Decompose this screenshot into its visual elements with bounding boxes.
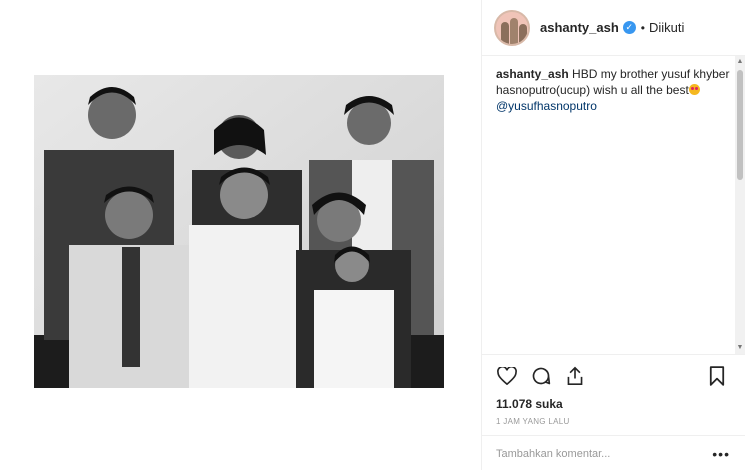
username-link[interactable]: ashanty_ash (540, 20, 619, 35)
family-photo[interactable] (34, 75, 444, 388)
heart-icon[interactable] (496, 365, 518, 387)
timestamp[interactable]: 1 JAM YANG LALU (496, 417, 570, 426)
verified-badge-icon: ✓ (622, 21, 636, 34)
caption-username-link[interactable]: ashanty_ash (496, 67, 569, 81)
follow-status-button[interactable]: Diikuti (649, 20, 684, 35)
mention-link[interactable]: @yusufhasnoputro (496, 99, 597, 113)
caption: ashanty_ash HBD my brother yusuf khyber … (496, 66, 736, 114)
avatar-figure (510, 17, 518, 44)
avatar[interactable] (494, 9, 530, 46)
post-actions: 11.078 suka 1 JAM YANG LALU ••• (482, 354, 745, 470)
share-icon[interactable] (564, 365, 586, 387)
comment-input[interactable] (496, 447, 713, 460)
media-pane (0, 0, 480, 470)
post-header: ashanty_ash ✓ • Diikuti (482, 0, 745, 56)
star-struck-emoji-icon (688, 84, 700, 95)
caption-scrollbar[interactable]: ▲ ▼ (735, 56, 745, 354)
more-options-icon[interactable]: ••• (712, 446, 730, 462)
comment-icon[interactable] (530, 365, 552, 387)
instagram-post: ashanty_ash ✓ • Diikuti ashanty_ash HBD … (0, 0, 745, 470)
bookmark-icon[interactable] (706, 365, 728, 387)
scroll-up-arrow-icon[interactable]: ▲ (735, 56, 745, 68)
avatar-figure (501, 21, 509, 44)
separator-dot: • (640, 20, 645, 35)
family-photo-image (34, 75, 444, 388)
likes-count[interactable]: 11.078 suka (496, 397, 563, 411)
scroll-down-arrow-icon[interactable]: ▼ (735, 342, 745, 354)
comment-form: ••• (482, 435, 745, 470)
scrollbar-thumb[interactable] (737, 70, 743, 180)
avatar-figure (519, 23, 527, 44)
action-icons (496, 365, 586, 387)
post-sidebar: ashanty_ash ✓ • Diikuti ashanty_ash HBD … (481, 0, 745, 470)
